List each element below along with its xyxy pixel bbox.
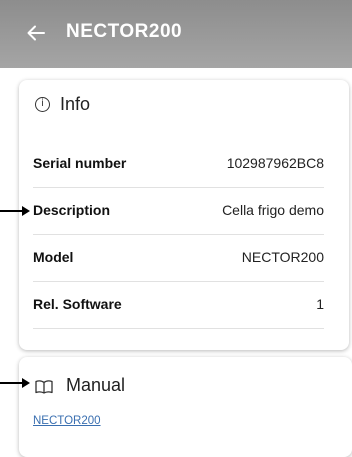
info-row-label: Model [33, 249, 74, 265]
arrow-left-icon[interactable] [26, 23, 46, 43]
book-open-icon [35, 380, 53, 394]
info-row-rel-software: Rel. Software 1 [33, 281, 324, 329]
manual-link[interactable]: NECTOR200 [33, 415, 101, 427]
info-card-title: Info [60, 94, 91, 114]
info-circle-icon: i [35, 97, 50, 112]
annotation-arrow-icon [0, 206, 30, 216]
info-row-description: Description Cella frigo demo [33, 187, 324, 235]
info-row-value: 102987962BC8 [226, 155, 324, 171]
info-row-value: NECTOR200 [241, 249, 324, 265]
info-row-label: Description [33, 202, 111, 218]
manual-card-title: Manual [66, 375, 126, 395]
info-row-label: Serial number [33, 155, 127, 171]
info-row-value: Cella frigo demo [222, 202, 324, 218]
info-row-value: 1 [316, 296, 324, 312]
page-title: NECTOR200 [66, 21, 183, 42]
app-bar: NECTOR200 [0, 0, 352, 68]
info-row-label: Rel. Software [33, 296, 122, 312]
annotation-arrow-icon [0, 378, 30, 388]
manual-card: Manual NECTOR200 [19, 357, 352, 457]
info-row-model: Model NECTOR200 [33, 234, 324, 282]
info-row-serial-number: Serial number 102987962BC8 [33, 140, 324, 188]
